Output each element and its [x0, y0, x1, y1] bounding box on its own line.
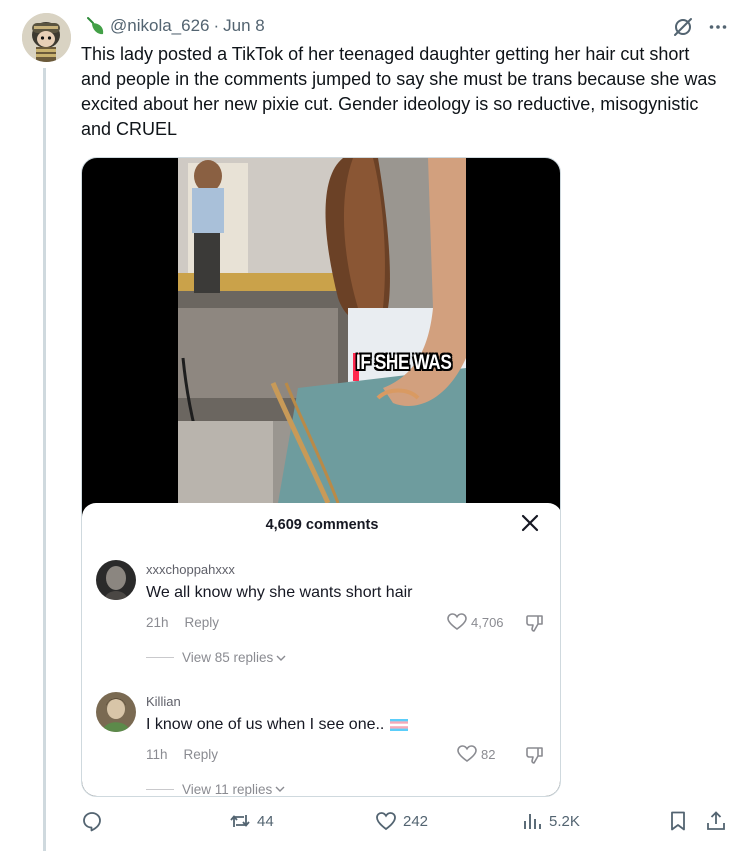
comment-username[interactable]: Killian: [146, 694, 181, 709]
user-handle[interactable]: @nikola_626: [110, 16, 210, 36]
post-media[interactable]: IF SHE WAS 4,609 comments xxxchoppahxxx …: [81, 157, 561, 797]
commenter-avatar[interactable]: [96, 692, 136, 732]
heart-icon: [457, 745, 477, 763]
comment-like-button[interactable]: 4,706: [447, 613, 504, 631]
thread-line: [43, 68, 46, 851]
view-replies-label: View 85 replies: [182, 650, 274, 665]
like-count: 242: [403, 812, 429, 830]
reply-button[interactable]: Reply: [184, 747, 219, 762]
trans-flag-icon: [390, 719, 409, 731]
comment-like-button[interactable]: 82: [457, 745, 495, 763]
top-icons: [672, 16, 728, 38]
comment-username[interactable]: xxxchoppahxxx: [146, 562, 235, 577]
separator: ·: [213, 16, 220, 35]
like-action[interactable]: 242: [375, 810, 428, 832]
dislike-icon[interactable]: [525, 613, 545, 633]
comment-like-count: 4,706: [471, 614, 504, 630]
comment-meta: 11h Reply: [146, 747, 218, 762]
view-replies-label: View 11 replies: [182, 782, 273, 796]
heart-icon: [447, 613, 467, 631]
repost-icon: [229, 810, 251, 832]
bookmark-action[interactable]: [667, 810, 689, 832]
bookmark-icon: [667, 810, 689, 832]
avatar[interactable]: [22, 13, 71, 62]
comment-like-count: 82: [481, 746, 496, 762]
reply-action[interactable]: [81, 810, 109, 832]
views-action[interactable]: 5.2K: [521, 810, 580, 832]
more-icon[interactable]: [708, 17, 728, 37]
dislike-icon[interactable]: [525, 745, 545, 765]
comment-text: I know one of us when I see one..: [146, 716, 385, 733]
comments-panel: 4,609 comments xxxchoppahxxx We all know…: [82, 503, 560, 796]
video-frame[interactable]: IF SHE WAS: [178, 158, 466, 503]
chevron-down-icon: [275, 785, 285, 793]
post-header: @nikola_626 · Jun 8: [84, 14, 265, 38]
view-count: 5.2K: [549, 812, 580, 830]
reply-icon: [81, 810, 103, 832]
leaf-icon: [84, 15, 106, 37]
share-icon: [705, 810, 727, 832]
close-icon[interactable]: [520, 513, 540, 535]
comment-time: 21h: [146, 615, 169, 630]
comment-meta: 21h Reply: [146, 615, 219, 630]
grok-icon[interactable]: [672, 16, 694, 38]
view-replies-button[interactable]: View 11 replies: [146, 782, 285, 796]
repost-count: 44: [257, 812, 274, 830]
video-caption: IF SHE WAS: [356, 351, 452, 374]
replies-divider: [146, 788, 174, 790]
replies-divider: [146, 657, 174, 658]
share-action[interactable]: [705, 810, 727, 832]
views-icon: [521, 810, 543, 832]
reply-button[interactable]: Reply: [185, 615, 220, 630]
action-bar: 44 242 5.2K: [81, 810, 731, 840]
comment-text: We all know why she wants short hair: [146, 584, 413, 601]
post-date[interactable]: Jun 8: [223, 16, 265, 36]
commenter-avatar[interactable]: [96, 560, 136, 600]
comment-text-row: I know one of us when I see one..: [146, 716, 409, 734]
repost-action[interactable]: 44: [229, 810, 274, 832]
view-replies-button[interactable]: View 85 replies: [146, 650, 286, 665]
like-icon: [375, 810, 397, 832]
post-text: This lady posted a TikTok of her teenage…: [81, 44, 717, 139]
comment-time: 11h: [146, 747, 168, 762]
chevron-down-icon: [276, 654, 286, 662]
comments-title: 4,609 comments: [265, 517, 379, 533]
